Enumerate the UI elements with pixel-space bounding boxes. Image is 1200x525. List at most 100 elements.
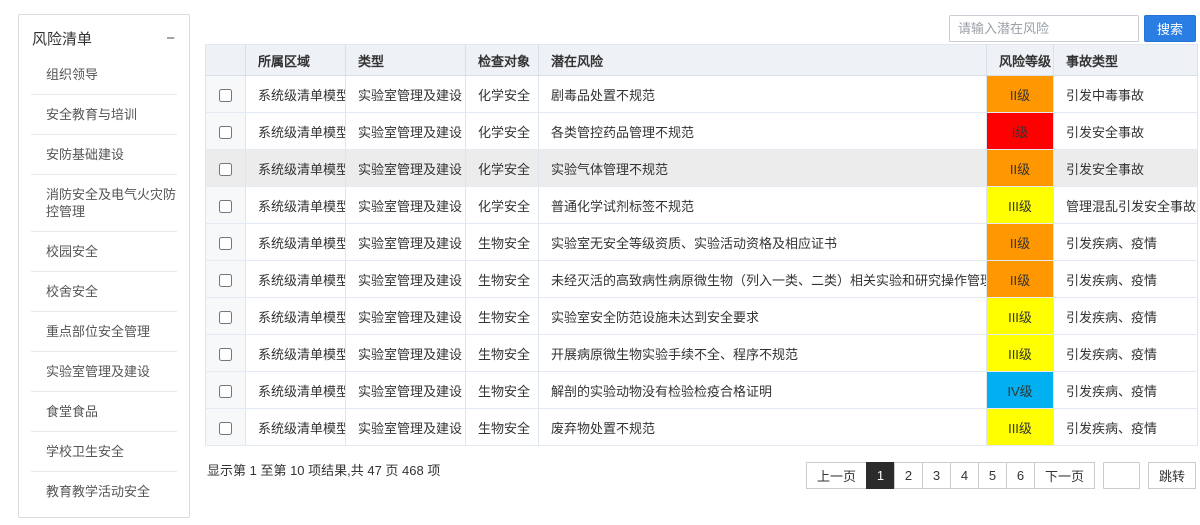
cell-risk: 废弃物处置不规范 [538, 408, 987, 446]
cell-risk: 解剖的实验动物没有检验检疫合格证明 [538, 371, 987, 409]
sidebar-item[interactable]: 消防安全及电气火灾防控管理 [31, 175, 177, 232]
cell-type: 实验室管理及建设 [345, 408, 466, 446]
sidebar-item[interactable]: 组织领导 [31, 55, 177, 95]
sidebar-item[interactable]: 安全教育与培训 [31, 95, 177, 135]
cell-target: 生物安全 [465, 223, 539, 261]
page-number-button[interactable]: 1 [865, 462, 895, 489]
column-header: 潜在风险 [538, 44, 987, 76]
row-checkbox[interactable] [219, 199, 232, 213]
cell-area: 系统级清单模型 [245, 112, 346, 150]
cell-type: 实验室管理及建设 [345, 260, 466, 298]
cell-target: 化学安全 [465, 149, 539, 187]
page-number-button[interactable]: 2 [893, 462, 923, 489]
row-checkbox-cell [205, 260, 246, 298]
sidebar-item[interactable]: 食堂食品 [31, 392, 177, 432]
cell-target: 生物安全 [465, 260, 539, 298]
row-checkbox[interactable] [219, 310, 232, 324]
cell-accident-type: 引发疾病、疫情 [1053, 334, 1198, 372]
cell-target: 化学安全 [465, 112, 539, 150]
row-checkbox-cell [205, 112, 246, 150]
row-checkbox[interactable] [219, 236, 232, 250]
cell-accident-type: 引发疾病、疫情 [1053, 297, 1198, 335]
cell-risk: 未经灭活的高致病性病原微生物（列入一类、二类）相关实验和研究操作管理不规范 [538, 260, 987, 298]
sidebar-item[interactable]: 教育教学活动安全 [31, 472, 177, 511]
search-button[interactable]: 搜索 [1143, 15, 1196, 42]
row-checkbox-cell [205, 186, 246, 224]
sidebar-item[interactable]: 学校卫生安全 [31, 432, 177, 472]
cell-type: 实验室管理及建设 [345, 186, 466, 224]
jump-button[interactable]: 跳转 [1148, 462, 1196, 489]
row-checkbox[interactable] [219, 421, 232, 435]
sidebar-item[interactable]: 安防基础建设 [31, 135, 177, 175]
cell-area: 系统级清单模型 [245, 260, 346, 298]
row-checkbox[interactable] [219, 384, 232, 398]
sidebar-header: 风险清单 − [19, 15, 189, 55]
header-checkbox-cell [205, 44, 246, 76]
cell-accident-type: 引发安全事故 [1053, 149, 1198, 187]
risk-level-badge: II级 [986, 149, 1054, 187]
page-number-button[interactable]: 6 [1005, 462, 1035, 489]
cell-risk: 实验室无安全等级资质、实验活动资格及相应证书 [538, 223, 987, 261]
table-row: 系统级清单模型 实验室管理及建设 生物安全 未经灭活的高致病性病原微生物（列入一类、二… [205, 260, 1198, 298]
cell-area: 系统级清单模型 [245, 186, 346, 224]
cell-risk: 实验室安全防范设施未达到安全要求 [538, 297, 987, 335]
cell-risk: 剧毒品处置不规范 [538, 75, 987, 113]
cell-accident-type: 引发疾病、疫情 [1053, 371, 1198, 409]
row-checkbox-cell [205, 75, 246, 113]
table-row: 系统级清单模型 实验室管理及建设 化学安全 剧毒品处置不规范 II级 引发中毒事故 [205, 75, 1198, 113]
cell-target: 生物安全 [465, 371, 539, 409]
column-header: 类型 [345, 44, 466, 76]
results-summary: 显示第 1 至第 10 项结果,共 47 页 468 项 [207, 463, 441, 478]
cell-type: 实验室管理及建设 [345, 334, 466, 372]
cell-risk: 普通化学试剂标签不规范 [538, 186, 987, 224]
prev-page-button[interactable]: 上一页 [805, 462, 867, 489]
jump-page-input[interactable] [1103, 462, 1140, 489]
row-checkbox[interactable] [219, 347, 232, 361]
row-checkbox-cell [205, 408, 246, 446]
row-checkbox[interactable] [219, 273, 232, 287]
row-checkbox[interactable] [219, 162, 232, 176]
risk-level-badge: III级 [986, 186, 1054, 224]
sidebar-item[interactable]: 实验室管理及建设 [31, 352, 177, 392]
search-input[interactable] [948, 15, 1139, 42]
page-group: 上一页 123456 下一页 [805, 462, 1095, 489]
page-number-button[interactable]: 5 [977, 462, 1007, 489]
table-row: 系统级清单模型 实验室管理及建设 化学安全 普通化学试剂标签不规范 III级 管理混乱引发… [205, 186, 1198, 224]
page-number-button[interactable]: 3 [921, 462, 951, 489]
risk-level-badge: III级 [986, 334, 1054, 372]
cell-accident-type: 引发疾病、疫情 [1053, 260, 1198, 298]
table-header-row: 所属区域 类型 检查对象 潜在风险 风险等级 事故类型 [205, 44, 1198, 76]
cell-target: 生物安全 [465, 334, 539, 372]
cell-accident-type: 引发疾病、疫情 [1053, 223, 1198, 261]
cell-area: 系统级清单模型 [245, 371, 346, 409]
risk-level-badge: III级 [986, 408, 1054, 446]
cell-type: 实验室管理及建设 [345, 223, 466, 261]
risk-level-badge: I级 [986, 112, 1054, 150]
row-checkbox[interactable] [219, 125, 232, 139]
column-header: 风险等级 [986, 44, 1054, 76]
table-row: 系统级清单模型 实验室管理及建设 生物安全 实验室无安全等级资质、实验活动资格及相应证… [205, 223, 1198, 261]
table-row: 系统级清单模型 实验室管理及建设 生物安全 解剖的实验动物没有检验检疫合格证明 IV级引… [205, 371, 1198, 409]
risk-list-sidebar: 风险清单 − 组织领导 安全教育与培训 安防基础建设 消防安全及电气火灾防控管理 校园安… [18, 14, 190, 518]
cell-type: 实验室管理及建设 [345, 75, 466, 113]
cell-area: 系统级清单模型 [245, 334, 346, 372]
cell-risk: 开展病原微生物实验手续不全、程序不规范 [538, 334, 987, 372]
cell-accident-type: 引发疾病、疫情 [1053, 408, 1198, 446]
sidebar-item[interactable]: 校园安全 [31, 232, 177, 272]
cell-area: 系统级清单模型 [245, 223, 346, 261]
page-number-button[interactable]: 4 [949, 462, 979, 489]
row-checkbox[interactable] [219, 88, 232, 102]
cell-accident-type: 引发中毒事故 [1053, 75, 1198, 113]
sidebar-item[interactable]: 校舍安全 [31, 272, 177, 312]
next-page-button[interactable]: 下一页 [1033, 462, 1095, 489]
table-row: 系统级清单模型 实验室管理及建设 生物安全 实验室安全防范设施未达到安全要求 III级引… [205, 297, 1198, 335]
sidebar-item[interactable]: 重点部位安全管理 [31, 312, 177, 352]
collapse-icon[interactable]: − [166, 31, 175, 46]
row-checkbox-cell [205, 371, 246, 409]
risk-level-badge: II级 [986, 260, 1054, 298]
cell-target: 化学安全 [465, 186, 539, 224]
table-row: 系统级清单模型 实验室管理及建设 化学安全 实验气体管理不规范 II级 引发安全事故 [205, 149, 1198, 187]
cell-area: 系统级清单模型 [245, 149, 346, 187]
table-row: 系统级清单模型 实验室管理及建设 生物安全 开展病原微生物实验手续不全、程序不规范 II… [205, 334, 1198, 372]
cell-target: 生物安全 [465, 297, 539, 335]
